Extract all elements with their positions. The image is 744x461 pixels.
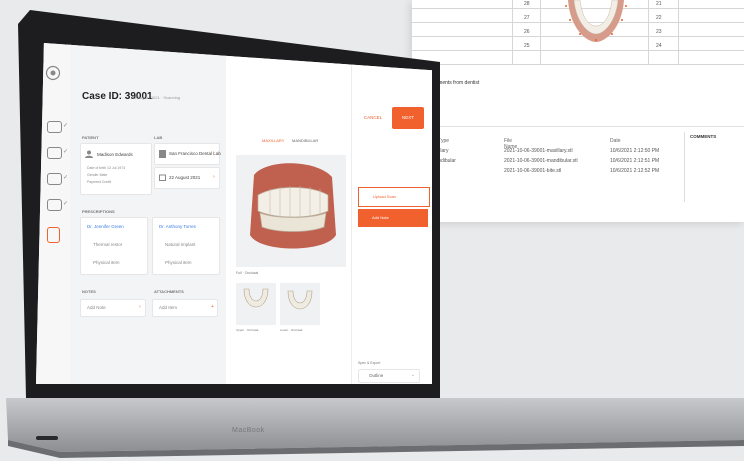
file-item-selected[interactable]: Add Note — [358, 209, 428, 227]
export-value: Outline — [369, 373, 384, 378]
patient-detail: Payment Credit — [87, 180, 112, 184]
actions-panel: CANCEL NEXT Upload Scan Add Note Spec & … — [351, 43, 432, 384]
export-label: Spec & Export — [358, 361, 381, 365]
file-label: Add Note — [372, 215, 389, 220]
due-date: 22 August 2021 — [169, 175, 201, 180]
section-label: ATTACHMENTS — [154, 289, 184, 294]
lab-card[interactable]: San Francisco Dental Lab › — [154, 143, 221, 165]
notes-value: Add Note — [87, 305, 106, 310]
user-icon — [85, 150, 93, 158]
chevron-right-icon: › — [213, 174, 215, 180]
export-select[interactable]: Outline ⌄ — [358, 369, 420, 383]
lower-arch-thumbnail[interactable] — [280, 283, 320, 325]
check-icon: ✓ — [63, 149, 69, 155]
doctor-name: Dr. Jennifer Green — [87, 224, 124, 229]
notes-field[interactable]: Add Note › — [80, 299, 146, 317]
document-icon[interactable] — [47, 227, 60, 243]
tab-mandibular[interactable]: MANDIBULAR — [292, 138, 318, 143]
scan-icon[interactable] — [47, 121, 62, 133]
check-icon: ✓ — [63, 175, 69, 181]
tooth-icon[interactable] — [47, 147, 62, 159]
case-details-panel: Case ID: 39001 13 August 2021 · Scanning… — [70, 43, 226, 384]
lower-arch-image — [287, 290, 313, 310]
laptop: ✓ ✓ ✓ ✓ Case ID: 39001 13 August 2021 · … — [0, 0, 744, 461]
file-label: Upload Scan — [373, 194, 396, 199]
aligner-icon[interactable] — [47, 173, 62, 185]
section-label: LAB — [154, 135, 163, 140]
model-icon[interactable] — [47, 199, 62, 211]
scan-viewer: MAXILLARY MANDIBULAR Full · Occlusal Upp… — [226, 43, 351, 384]
prescription-item: Physical item — [165, 260, 192, 265]
check-icon: ✓ — [63, 123, 69, 129]
patient-name: Madison Edwards — [97, 152, 133, 157]
section-label: PRESCRIPTIONS — [82, 209, 115, 214]
teeth-model-image — [250, 163, 336, 249]
check-icon: ✓ — [63, 201, 69, 207]
upper-arch-thumbnail[interactable] — [236, 283, 276, 325]
logo-icon — [45, 65, 61, 81]
thumbnail-caption: Upper · Occlusal — [236, 328, 259, 332]
prescription-card[interactable]: Dr. Anthony Torres Natural Implant Physi… — [152, 217, 220, 275]
file-item[interactable]: Upload Scan — [358, 187, 430, 207]
due-date-card[interactable]: 22 August 2021 › — [154, 167, 220, 189]
next-button[interactable]: NEXT — [392, 107, 424, 129]
thumbnail-caption: Lower · Occlusal — [280, 328, 303, 332]
calendar-icon — [159, 174, 166, 181]
3d-model-preview[interactable] — [236, 155, 346, 267]
doctor-name: Dr. Anthony Torres — [159, 224, 196, 229]
laptop-brand: MacBook — [232, 427, 265, 434]
tab-maxillary[interactable]: MAXILLARY — [262, 138, 284, 143]
add-icon: + — [211, 304, 214, 310]
patient-detail: Date of birth 13 Jul 1974 — [87, 166, 126, 170]
chevron-right-icon: › — [213, 150, 215, 156]
app-screen: ✓ ✓ ✓ ✓ Case ID: 39001 13 August 2021 · … — [36, 43, 432, 384]
patient-card[interactable]: Madison Edwards Date of birth 13 Jul 197… — [80, 143, 152, 195]
case-subtitle: 13 August 2021 · Scanning — [132, 95, 181, 100]
attachments-value: Add Item — [159, 305, 178, 310]
prescription-card[interactable]: Dr. Jennifer Green Thermal restor Physic… — [80, 217, 148, 275]
chevron-down-icon: ⌄ — [411, 372, 415, 377]
cancel-button[interactable]: CANCEL — [358, 107, 388, 129]
upper-arch-image — [243, 288, 269, 308]
chevron-right-icon: › — [139, 304, 141, 310]
prescription-item: Thermal restor — [93, 242, 123, 247]
prescription-item: Physical item — [93, 260, 120, 265]
patient-detail: Gender Male — [87, 173, 108, 177]
prescription-item: Natural Implant — [165, 242, 196, 247]
section-label: PATIENT — [82, 135, 99, 140]
section-label: NOTES — [82, 289, 96, 294]
attachments-field[interactable]: Add Item + — [152, 299, 218, 317]
lab-icon — [159, 150, 166, 158]
preview-caption: Full · Occlusal — [236, 271, 259, 275]
